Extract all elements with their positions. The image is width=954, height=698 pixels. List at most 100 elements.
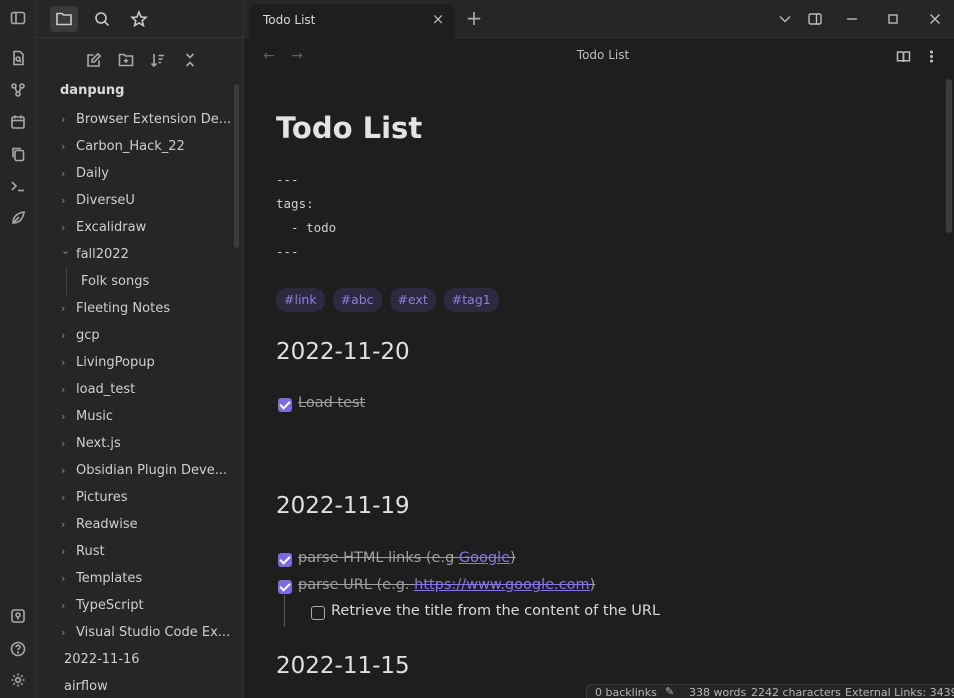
tree-folder[interactable]: › Music	[36, 403, 236, 430]
chevron-right-icon[interactable]: ›	[61, 376, 71, 403]
section-heading: 2022-11-15	[276, 653, 410, 679]
backlinks-count[interactable]: 0 backlinks	[595, 686, 657, 698]
frontmatter-line: tags:	[276, 196, 314, 211]
note-editor[interactable]: Todo List --- tags: - todo --- #link #ab…	[244, 73, 954, 698]
files-tab-folder-icon[interactable]	[50, 6, 78, 32]
more-options-icon[interactable]	[922, 47, 940, 65]
pencil-icon[interactable]: ✎	[665, 685, 674, 698]
bookmarks-star-icon[interactable]	[125, 6, 153, 32]
tab-title: Todo List	[263, 13, 316, 27]
tree-file[interactable]: 2022-11-16	[36, 646, 236, 673]
tree-folder[interactable]: › Visual Studio Code Ex...	[36, 619, 236, 646]
sidebar-scrollbar[interactable]	[234, 84, 239, 248]
task-checkbox-unchecked[interactable]	[311, 606, 325, 620]
chevron-down-icon[interactable]: ⌄	[61, 241, 71, 264]
chevron-right-icon[interactable]: ›	[61, 619, 71, 646]
task-text-prefix: parse HTML links (e.g	[298, 550, 459, 566]
chevron-right-icon[interactable]: ›	[61, 214, 71, 241]
tree-folder[interactable]: › Browser Extension De...	[36, 106, 236, 133]
chevron-right-icon[interactable]: ›	[61, 187, 71, 214]
vault-name[interactable]: danpung	[60, 83, 124, 98]
tree-folder[interactable]: › Next.js	[36, 430, 236, 457]
tree-folder[interactable]: › Excalidraw	[36, 214, 236, 241]
tree-folder[interactable]: › Carbon_Hack_22	[36, 133, 236, 160]
close-window-icon[interactable]	[924, 8, 946, 30]
sidebar-toggle-icon[interactable]	[6, 6, 30, 30]
new-tab-plus-icon[interactable]: +	[464, 8, 484, 28]
terminal-icon[interactable]	[6, 174, 30, 198]
help-icon[interactable]	[6, 637, 30, 661]
chevron-right-icon[interactable]: ›	[61, 106, 71, 133]
copy-icon[interactable]	[6, 142, 30, 166]
chevron-right-icon[interactable]: ›	[61, 592, 71, 619]
chevron-right-icon[interactable]: ›	[61, 349, 71, 376]
task-text-suffix: )	[589, 577, 596, 593]
chevron-right-icon[interactable]: ›	[61, 457, 71, 484]
tree-folder[interactable]: › LivingPopup	[36, 349, 236, 376]
new-folder-icon[interactable]	[114, 48, 138, 72]
chevron-right-icon[interactable]: ›	[61, 484, 71, 511]
tree-folder[interactable]: › Rust	[36, 538, 236, 565]
graph-view-icon[interactable]	[6, 78, 30, 102]
tree-folder[interactable]: › Templates	[36, 565, 236, 592]
search-tab-icon[interactable]	[88, 6, 116, 32]
collapse-all-icon[interactable]	[178, 48, 202, 72]
frontmatter-line: - todo	[276, 220, 337, 235]
tree-folder[interactable]: › Pictures	[36, 484, 236, 511]
sort-order-icon[interactable]	[146, 48, 170, 72]
tree-folder[interactable]: › Fleeting Notes	[36, 295, 236, 322]
chevron-right-icon[interactable]: ›	[61, 403, 71, 430]
sidebar-header	[36, 0, 244, 38]
task-checkbox-checked[interactable]	[278, 398, 292, 412]
tag-pill[interactable]: #abc	[332, 288, 382, 312]
chevron-right-icon[interactable]: ›	[61, 511, 71, 538]
tree-folder[interactable]: › load_test	[36, 376, 236, 403]
tree-item-label: Daily	[76, 166, 109, 181]
tag-pill[interactable]: #ext	[389, 288, 436, 312]
leaf-icon[interactable]	[6, 206, 30, 230]
tree-folder[interactable]: › DiverseU	[36, 187, 236, 214]
tree-folder[interactable]: › Obsidian Plugin Deve...	[36, 457, 236, 484]
tree-folder[interactable]: ⌄ fall2022	[36, 241, 236, 268]
word-count: 338 words	[689, 686, 747, 698]
calendar-icon[interactable]	[6, 110, 30, 134]
settings-gear-icon[interactable]	[6, 668, 30, 692]
editor-scrollbar[interactable]	[946, 79, 952, 233]
new-note-icon[interactable]	[82, 48, 106, 72]
quick-switcher-icon[interactable]	[6, 46, 30, 70]
close-tab-icon[interactable]: ×	[430, 11, 446, 27]
tree-folder[interactable]: › Daily	[36, 160, 236, 187]
tree-folder[interactable]: › gcp	[36, 322, 236, 349]
chevron-right-icon[interactable]: ›	[61, 160, 71, 187]
tree-item-label: Rust	[76, 544, 105, 559]
task-checkbox-checked[interactable]	[278, 580, 292, 594]
view-header: ← → Todo List	[244, 39, 954, 73]
tab-list-chevron-down-icon[interactable]	[774, 8, 796, 30]
chevron-right-icon[interactable]: ›	[61, 295, 71, 322]
tag-pill[interactable]: #tag1	[443, 288, 499, 312]
google-link[interactable]: Google	[459, 550, 510, 566]
chevron-right-icon[interactable]: ›	[61, 565, 71, 592]
tab-todo-list[interactable]: Todo List ×	[250, 4, 454, 38]
chevron-right-icon[interactable]: ›	[61, 430, 71, 457]
reading-view-book-icon[interactable]	[894, 47, 912, 65]
chevron-right-icon[interactable]: ›	[61, 133, 71, 160]
maximize-window-icon[interactable]	[882, 8, 904, 30]
tree-folder[interactable]: › Readwise	[36, 511, 236, 538]
task-text-suffix: )	[510, 550, 516, 566]
chevron-right-icon[interactable]: ›	[61, 538, 71, 565]
frontmatter-line: ---	[276, 172, 299, 187]
google-url-link[interactable]: https://www.google.com	[414, 577, 590, 593]
task-checkbox-checked[interactable]	[278, 553, 292, 567]
minimize-window-icon[interactable]	[841, 8, 863, 30]
right-sidebar-toggle-icon[interactable]	[804, 8, 826, 30]
tree-subfolder[interactable]: Folk songs	[36, 268, 236, 295]
chevron-right-icon[interactable]: ›	[61, 322, 71, 349]
vault-switcher-icon[interactable]	[6, 604, 30, 628]
tree-folder[interactable]: › TypeScript	[36, 592, 236, 619]
tree-item-label: Visual Studio Code Ex...	[76, 625, 231, 640]
tree-item-label: gcp	[76, 328, 100, 343]
tag-pill[interactable]: #link	[276, 288, 325, 312]
view-header-title[interactable]: Todo List	[244, 48, 954, 62]
tree-file[interactable]: airflow	[36, 673, 236, 698]
